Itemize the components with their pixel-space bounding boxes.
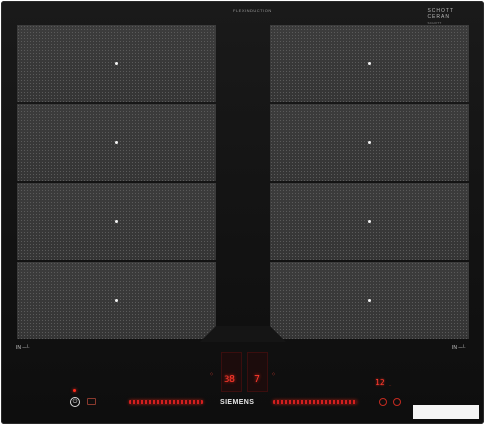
induction-icon: ─┴	[22, 345, 30, 351]
left-power-slider[interactable]	[129, 400, 203, 404]
zone-center-dot	[368, 62, 371, 65]
zone-center-dot	[115, 141, 118, 144]
right-zone-text: IN	[452, 345, 457, 351]
background-strip	[413, 405, 479, 419]
timer-display: 12	[375, 378, 385, 387]
brand-logo: SIEMENS	[220, 399, 255, 406]
left-zone-marker: ◇	[210, 371, 214, 376]
right-zone-display[interactable]: 7	[247, 352, 268, 392]
cooking-zone-right-2[interactable]	[270, 104, 469, 181]
timer-unit-mark: ─	[389, 383, 392, 387]
zone-center-dot	[368, 299, 371, 302]
zone-center-dot	[368, 220, 371, 223]
cooking-zone-left-2[interactable]	[17, 104, 216, 181]
stopwatch-icon[interactable]	[393, 398, 401, 406]
cooktop-glass-surface: flexInduction SCHOTT CERAN SCHOTT IN ─┴ …	[1, 1, 484, 424]
left-power-level: 8	[229, 374, 236, 385]
cooking-zone-right-1[interactable]	[270, 25, 469, 102]
right-zone-marker: ◇	[272, 371, 276, 376]
right-zone-label: IN ─┴	[452, 345, 465, 351]
top-model-label: flexInduction	[233, 8, 272, 13]
glass-brand-mark: SCHOTT CERAN SCHOTT	[427, 8, 454, 26]
right-power-level: 7	[254, 374, 261, 385]
induction-icon: ─┴	[458, 345, 466, 351]
power-icon[interactable]: ⏻	[70, 397, 80, 407]
cooking-zone-right-4[interactable]	[270, 262, 469, 339]
lock-icon[interactable]	[87, 398, 96, 405]
zone-center-dot	[115, 62, 118, 65]
left-zone-label: IN ─┴	[16, 345, 29, 351]
left-flex-zone	[17, 25, 216, 342]
right-power-slider[interactable]	[273, 400, 357, 404]
status-led	[73, 389, 76, 392]
zone-center-dot	[368, 141, 371, 144]
cooking-zone-left-3[interactable]	[17, 183, 216, 260]
zone-center-dot	[115, 299, 118, 302]
timer-icon[interactable]	[379, 398, 387, 406]
left-zone-text: IN	[16, 345, 21, 351]
cooking-zone-left-4[interactable]	[17, 262, 216, 339]
right-flex-zone	[270, 25, 469, 342]
left-zone-display[interactable]: 8 3	[221, 352, 242, 392]
cooking-zone-right-3[interactable]	[270, 183, 469, 260]
left-sub-level: 3	[224, 375, 230, 385]
zone-center-dot	[115, 220, 118, 223]
center-bridge-notch	[200, 326, 286, 342]
cooking-zone-left-1[interactable]	[17, 25, 216, 102]
